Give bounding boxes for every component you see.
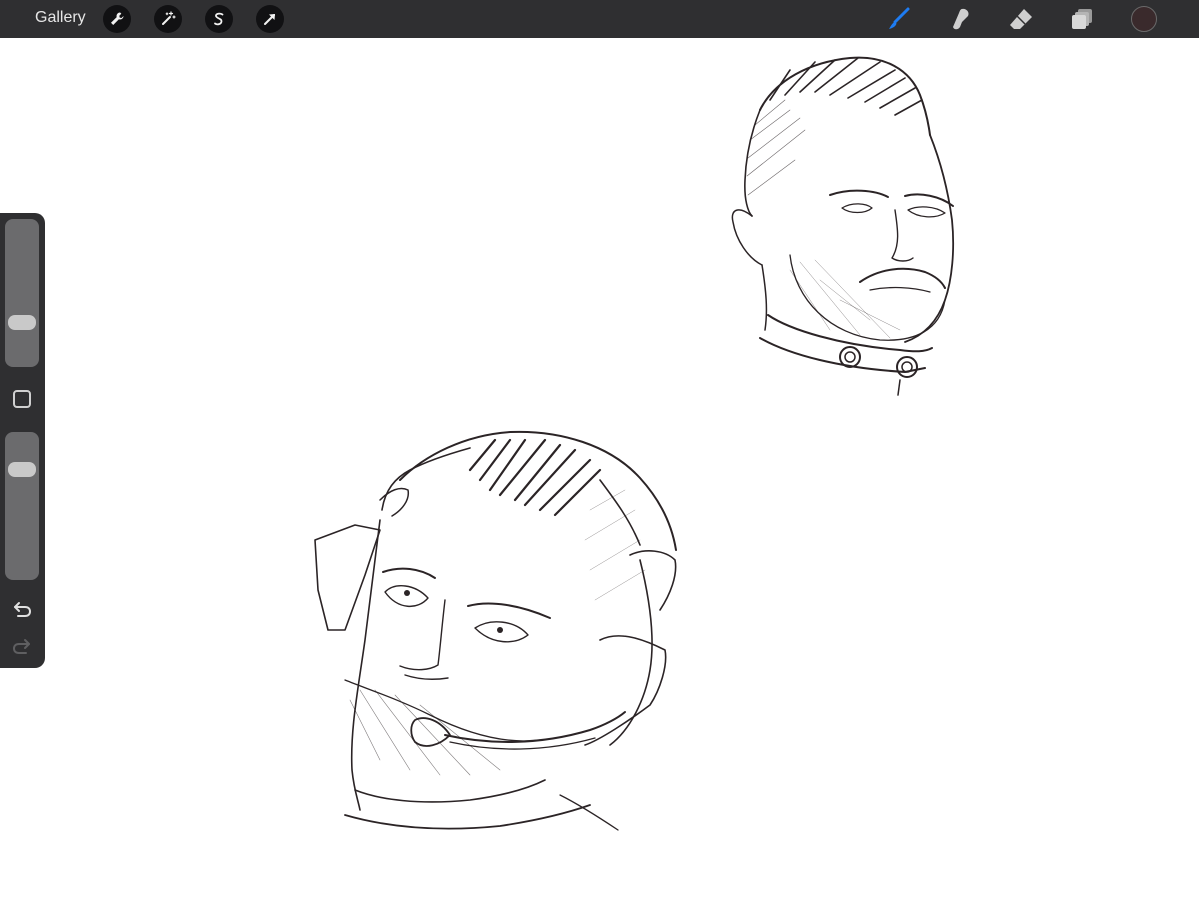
selection-icon (214, 12, 224, 26)
transform-arrow-icon (264, 14, 275, 25)
color-picker-button[interactable] (1131, 6, 1157, 32)
layers-button[interactable] (1068, 5, 1096, 33)
wrench-icon (111, 12, 124, 25)
top-toolbar: Gallery (0, 0, 1199, 38)
brush-tool-button[interactable] (885, 5, 913, 33)
eraser-icon (1010, 9, 1032, 29)
selection-button[interactable] (205, 5, 233, 33)
smudge-tool-button[interactable] (946, 5, 974, 33)
transform-button[interactable] (256, 5, 284, 33)
adjustments-button[interactable] (154, 5, 182, 33)
actions-button[interactable] (103, 5, 131, 33)
sketch-head-upper (731, 56, 955, 396)
sketch-head-lower (314, 430, 677, 831)
layers-icon (1072, 9, 1092, 29)
magic-wand-icon (162, 11, 176, 25)
gallery-button[interactable]: Gallery (35, 9, 86, 27)
smudge-icon (953, 8, 969, 30)
eraser-tool-button[interactable] (1007, 5, 1035, 33)
brush-icon (889, 7, 910, 29)
drawing-canvas[interactable] (0, 38, 1199, 899)
